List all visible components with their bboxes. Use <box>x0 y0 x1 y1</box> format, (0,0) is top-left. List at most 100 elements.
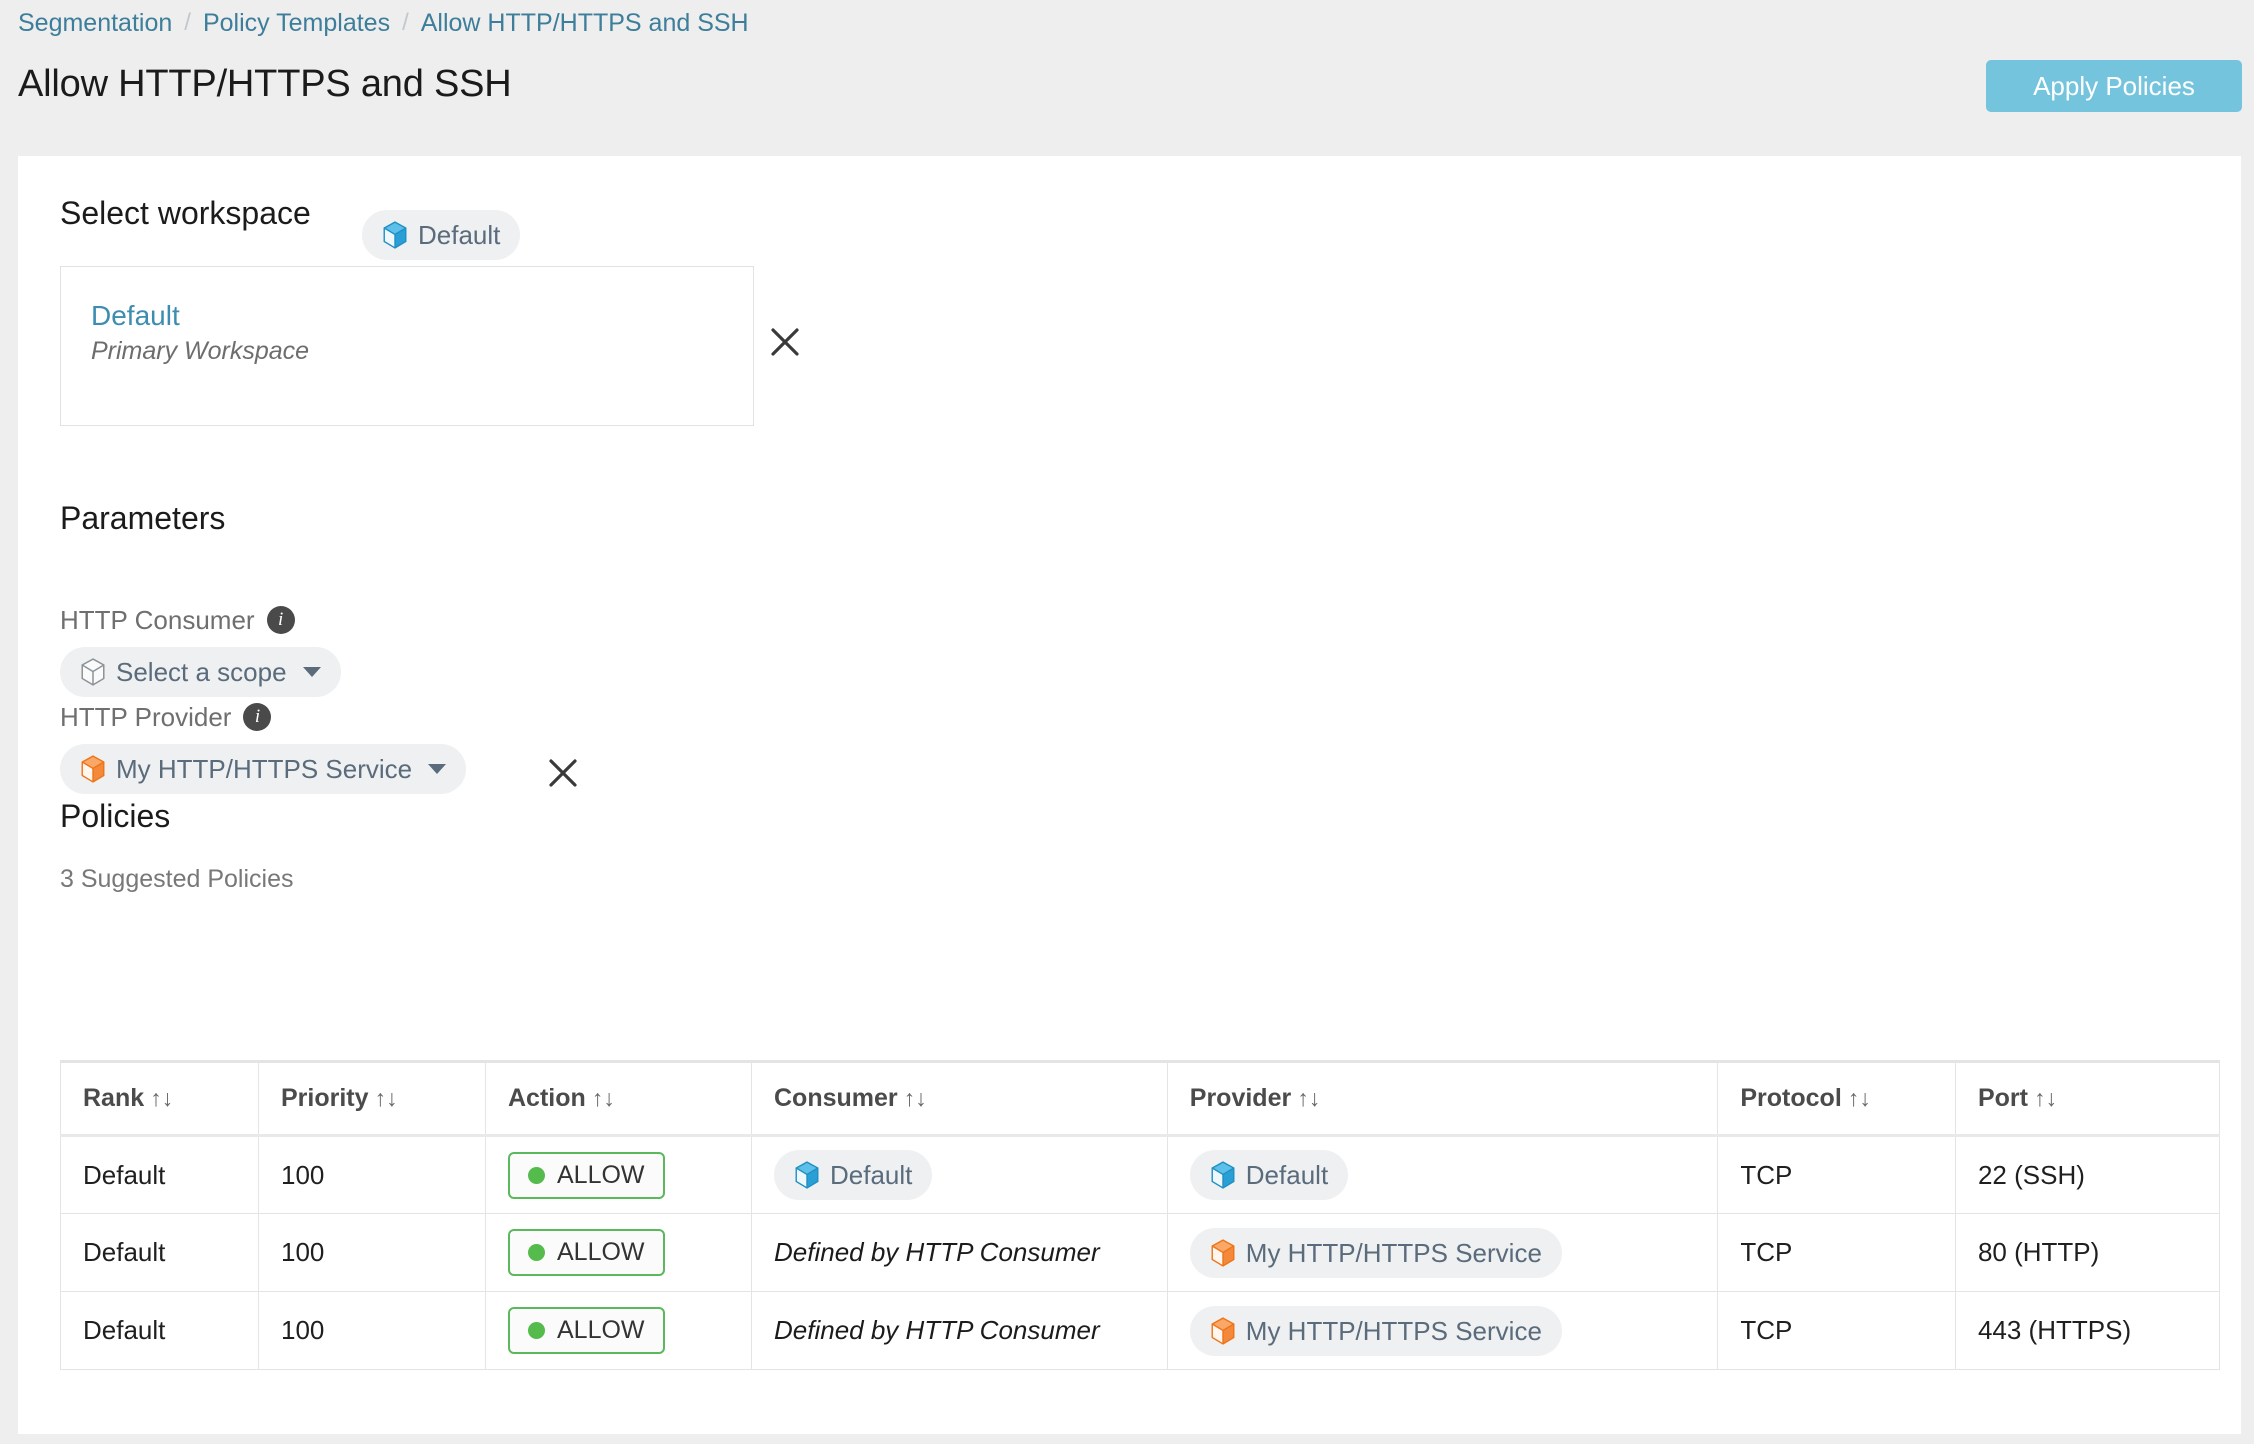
cell-provider: My HTTP/HTTPS Service <box>1166 1291 1719 1370</box>
cell-rank: Default <box>60 1291 259 1370</box>
column-header-consumer[interactable]: Consumer ↑↓ <box>751 1060 1168 1137</box>
cube-icon-blue <box>795 1161 819 1189</box>
cube-icon-orange <box>81 755 105 783</box>
breadcrumb-item-current[interactable]: Allow HTTP/HTTPS and SSH <box>421 8 749 38</box>
cell-consumer: Defined by HTTP Consumer <box>751 1213 1168 1292</box>
breadcrumb-item-policy-templates[interactable]: Policy Templates <box>203 8 390 38</box>
apply-policies-button[interactable]: Apply Policies <box>1986 60 2242 112</box>
action-badge[interactable]: ALLOW <box>508 1307 665 1354</box>
column-header-action[interactable]: Action ↑↓ <box>485 1060 752 1137</box>
cell-port: 22 (SSH) <box>1954 1135 2221 1214</box>
breadcrumb-separator: / <box>184 9 191 36</box>
consumer-label: Default <box>830 1160 913 1190</box>
workspace-scope-chip[interactable]: Default <box>362 210 521 260</box>
action-badge[interactable]: ALLOW <box>508 1229 665 1276</box>
cell-port: 80 (HTTP) <box>1954 1213 2221 1292</box>
workspace-scope-chip-label: Default <box>418 220 501 250</box>
column-label: Priority <box>280 1084 369 1112</box>
sort-icon: ↑↓ <box>1297 1085 1321 1111</box>
cube-icon-blue <box>1211 1161 1235 1189</box>
cell-consumer: Defined by HTTP Consumer <box>751 1291 1168 1370</box>
content-card: Select workspace Default Primary Workspa… <box>18 156 2241 1434</box>
provider-label: Default <box>1245 1160 1329 1190</box>
cell-priority: 100 <box>257 1135 487 1214</box>
table-row[interactable]: Default 100 ALLOW Defined by HTTP Consumer M… <box>60 1291 2221 1370</box>
close-icon <box>771 328 799 356</box>
sort-icon: ↑↓ <box>591 1085 615 1111</box>
cell-provider: My HTTP/HTTPS Service <box>1166 1213 1719 1292</box>
column-label: Port <box>1977 1084 2028 1112</box>
http-provider-label: HTTP Provider <box>60 702 232 732</box>
workspace-card[interactable]: Default Primary Workspace <box>60 266 754 426</box>
status-dot-icon <box>528 1166 545 1184</box>
http-consumer-value: Select a scope <box>116 657 287 687</box>
status-dot-icon <box>528 1322 545 1339</box>
action-badge-label: ALLOW <box>557 1160 645 1189</box>
select-workspace-heading: Select workspace <box>60 195 311 231</box>
table-row[interactable]: Default 100 ALLOW Defined by HTTP Consumer M… <box>60 1213 2221 1292</box>
policies-table-body: Default 100 ALLOW Default Default TCP 22 (SSH)… <box>60 1135 2221 1370</box>
sort-icon: ↑↓ <box>2033 1085 2057 1111</box>
cell-protocol: TCP <box>1717 1213 1956 1292</box>
provider-chip[interactable]: My HTTP/HTTPS Service <box>1189 1305 1562 1356</box>
cell-rank: Default <box>60 1135 259 1214</box>
cell-provider: Default <box>1166 1135 1719 1214</box>
breadcrumb: Segmentation / Policy Templates / Allow … <box>18 8 749 38</box>
cell-port: 443 (HTTPS) <box>1954 1291 2221 1370</box>
consumer-chip[interactable]: Default <box>774 1150 933 1200</box>
cell-rank: Default <box>60 1213 259 1292</box>
workspace-subtitle: Primary Workspace <box>91 337 310 365</box>
provider-label: My HTTP/HTTPS Service <box>1245 1237 1542 1268</box>
suggested-policies-count: 3 Suggested Policies <box>60 865 294 893</box>
sort-icon: ↑↓ <box>150 1085 174 1111</box>
workspace-remove-button[interactable] <box>768 325 802 359</box>
column-label: Rank <box>83 1084 145 1112</box>
http-consumer-label: HTTP Consumer <box>60 605 255 635</box>
status-dot-icon <box>528 1244 545 1261</box>
provider-chip[interactable]: My HTTP/HTTPS Service <box>1189 1227 1562 1278</box>
cell-action: ALLOW <box>485 1291 752 1370</box>
policies-table: Rank ↑↓ Priority ↑↓ Action ↑↓ Consumer ↑↓ Pr… <box>60 1060 2221 1370</box>
column-label: Provider <box>1189 1084 1292 1112</box>
action-badge-label: ALLOW <box>557 1238 645 1266</box>
provider-chip[interactable]: Default <box>1189 1150 1349 1200</box>
cell-priority: 100 <box>257 1291 487 1370</box>
info-icon[interactable]: i <box>266 606 295 634</box>
cell-action: ALLOW <box>485 1135 752 1214</box>
column-header-provider[interactable]: Provider ↑↓ <box>1166 1060 1719 1137</box>
close-icon <box>549 759 577 787</box>
table-row[interactable]: Default 100 ALLOW Default Default TCP 22 (SSH) <box>60 1135 2221 1214</box>
column-label: Consumer <box>774 1084 898 1112</box>
column-header-port[interactable]: Port ↑↓ <box>1954 1060 2221 1137</box>
cell-protocol: TCP <box>1717 1135 1956 1214</box>
breadcrumb-separator: / <box>402 9 409 36</box>
action-badge[interactable]: ALLOW <box>508 1151 665 1199</box>
action-badge-label: ALLOW <box>557 1316 645 1344</box>
http-provider-value: My HTTP/HTTPS Service <box>116 754 413 784</box>
cell-consumer: Default <box>751 1135 1168 1214</box>
table-header-row: Rank ↑↓ Priority ↑↓ Action ↑↓ Consumer ↑↓ Pr… <box>60 1060 2221 1137</box>
column-label: Action <box>508 1084 586 1112</box>
parameters-heading: Parameters <box>60 500 226 536</box>
consumer-text: Defined by HTTP Consumer <box>774 1237 1100 1267</box>
cube-icon-orange <box>1211 1238 1235 1267</box>
breadcrumb-item-segmentation[interactable]: Segmentation <box>18 8 172 38</box>
info-icon[interactable]: i <box>243 703 272 731</box>
provider-label: My HTTP/HTTPS Service <box>1245 1315 1542 1346</box>
consumer-text: Defined by HTTP Consumer <box>774 1315 1100 1345</box>
cube-icon-blue <box>383 221 407 249</box>
http-provider-remove-button[interactable] <box>546 756 580 790</box>
cube-icon-gray <box>81 658 105 686</box>
http-consumer-label-row: HTTP Consumer i <box>60 604 295 636</box>
http-provider-label-row: HTTP Provider i <box>60 701 272 733</box>
column-header-protocol[interactable]: Protocol ↑↓ <box>1717 1060 1956 1137</box>
cell-action: ALLOW <box>485 1213 752 1292</box>
column-header-priority[interactable]: Priority ↑↓ <box>257 1060 487 1137</box>
column-header-rank[interactable]: Rank ↑↓ <box>60 1060 259 1137</box>
workspace-name-link[interactable]: Default <box>91 299 180 333</box>
sort-icon: ↑↓ <box>903 1085 927 1111</box>
http-provider-select[interactable]: My HTTP/HTTPS Service <box>60 744 467 794</box>
sort-icon: ↑↓ <box>1847 1085 1871 1111</box>
page-title: Allow HTTP/HTTPS and SSH <box>18 63 512 105</box>
http-consumer-select[interactable]: Select a scope <box>60 647 341 697</box>
